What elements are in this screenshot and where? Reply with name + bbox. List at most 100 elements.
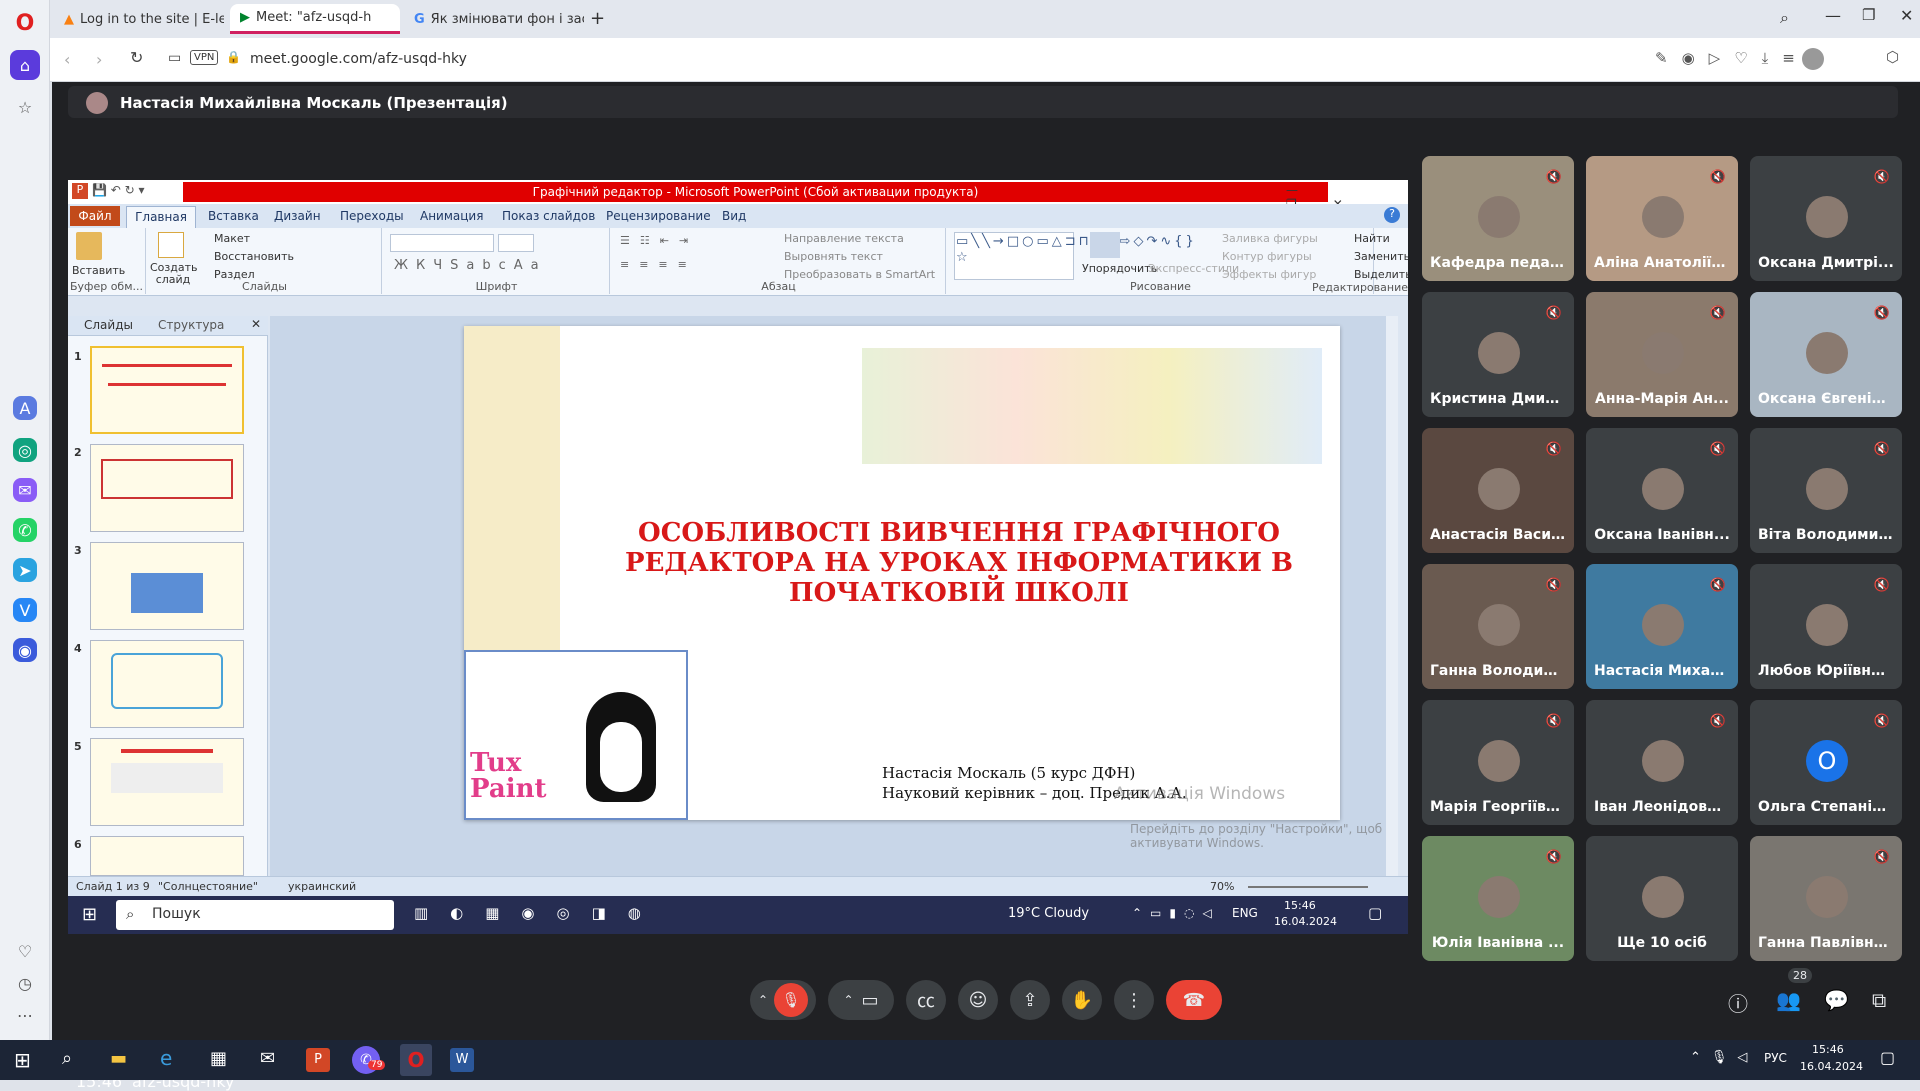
inner-lang[interactable]: ENG	[1232, 906, 1258, 920]
mail-icon[interactable]: ✉	[260, 1048, 275, 1069]
profile-icon[interactable]	[1802, 48, 1824, 70]
chat-icon[interactable]: 💬	[1824, 988, 1849, 1012]
leave-call-button[interactable]: ☎	[1166, 980, 1222, 1020]
participant-tile[interactable]: 🔇 Іван Леонідови...	[1586, 700, 1738, 825]
tab-insert[interactable]: Вставка	[208, 209, 259, 223]
paste-button[interactable]: Вставить	[72, 264, 125, 277]
slide-thumbnail-3[interactable]	[90, 542, 244, 630]
windows-start-icon[interactable]: ⊞	[14, 1048, 31, 1072]
new-slide-icon[interactable]	[158, 232, 184, 258]
chevron-up-icon[interactable]: ⌃	[843, 993, 853, 1007]
new-tab-button[interactable]: +	[590, 8, 605, 29]
slide-thumbnail-1[interactable]	[90, 346, 244, 434]
chevron-up-icon[interactable]: ⌃	[758, 993, 768, 1007]
notifications-icon[interactable]: ▢	[1368, 904, 1382, 922]
tab-elearn[interactable]: ▲ Log in to the site | E-learn	[54, 4, 224, 34]
taskbar-apps[interactable]: ▥◐▦◉◎◨◍	[414, 904, 663, 922]
shape-outline-button[interactable]: Контур фигуры	[1222, 250, 1312, 263]
emoji-button[interactable]: ☺	[958, 980, 998, 1020]
participant-tile[interactable]: 🔇 Марія Георгіївн...	[1422, 700, 1574, 825]
camera-icon[interactable]: ▭	[168, 50, 181, 66]
participant-tile[interactable]: 🔇 Настасія Михай...	[1586, 564, 1738, 689]
people-icon[interactable]: 👥	[1776, 988, 1801, 1012]
tab-transitions[interactable]: Переходы	[340, 209, 404, 223]
participant-tile[interactable]: 🔇 Оксана Євгенів...	[1750, 292, 1902, 417]
shapes-gallery[interactable]: ▭╲╲→□○▭△⊐⊓↺⇩⇨◇↷∿{}☆	[954, 232, 1194, 280]
whatsapp-icon[interactable]: ✆	[13, 518, 37, 542]
zoom-level[interactable]: 70%	[1210, 880, 1234, 893]
slide-canvas[interactable]: ОСОБЛИВОСТІ ВИВЧЕННЯ ГРАФІЧНОГО РЕДАКТОР…	[464, 326, 1340, 820]
mic-off-icon[interactable]: 🎙	[774, 983, 809, 1017]
select-button[interactable]: Выделить	[1354, 268, 1408, 281]
text-direction-button[interactable]: Направление текста	[784, 232, 904, 245]
more-options-button[interactable]: ⋮	[1114, 980, 1154, 1020]
forward-icon[interactable]: ›	[96, 50, 102, 69]
file-explorer-icon[interactable]: ▬	[110, 1048, 127, 1069]
discord-icon[interactable]: ◉	[13, 638, 37, 662]
more-icon[interactable]: ⋯	[10, 1000, 40, 1030]
participant-tile[interactable]: 🔇 Анастасія Васи...	[1422, 428, 1574, 553]
tab-meet[interactable]: ▶ Meet: "afz-usqd-h	[230, 4, 400, 34]
align-text-button[interactable]: Выровнять текст	[784, 250, 883, 263]
tab-design[interactable]: Дизайн	[274, 209, 321, 223]
reset-button[interactable]: Восстановить	[214, 250, 294, 263]
tab-home[interactable]: Главная	[126, 206, 196, 228]
list-buttons[interactable]: ☰☷⇤⇥	[620, 234, 698, 247]
chatgpt-icon[interactable]: ◎	[13, 438, 37, 462]
align-buttons[interactable]: ≡≡≡≡	[620, 258, 697, 271]
mic-control[interactable]: ⌃ 🎙	[750, 980, 816, 1020]
system-tray-icons[interactable]: ⌃🎙◁	[1690, 1050, 1757, 1065]
tab-slideshow[interactable]: Показ слайдов	[502, 209, 595, 223]
participant-tile[interactable]: 🔇 Кристина Дмит...	[1422, 292, 1574, 417]
tab-outline[interactable]: Структура	[158, 318, 224, 332]
close-panel-icon[interactable]: ✕	[251, 317, 261, 331]
heart-icon[interactable]: ♡	[10, 936, 40, 966]
star-icon[interactable]: ☆	[10, 92, 40, 122]
notifications-icon[interactable]: ▢	[1880, 1048, 1895, 1067]
participant-tile[interactable]: Ще 10 осіб	[1586, 836, 1738, 961]
taskbar-lang[interactable]: РУС	[1764, 1051, 1787, 1065]
raise-hand-button[interactable]: ✋	[1062, 980, 1102, 1020]
word-icon[interactable]: W	[450, 1048, 474, 1072]
store-icon[interactable]: ▦	[210, 1048, 227, 1069]
slide-thumbnail-6[interactable]	[90, 836, 244, 876]
participant-tile[interactable]: 🔇 Юлія Іванівна ...	[1422, 836, 1574, 961]
arrange-icon[interactable]	[1090, 232, 1120, 258]
edge-icon[interactable]: e	[160, 1046, 172, 1070]
vpn-badge[interactable]: VPN	[190, 50, 219, 65]
windows-start-icon[interactable]: ⊞	[82, 904, 97, 925]
participant-tile[interactable]: О 🔇 Ольга Степанів...	[1750, 700, 1902, 825]
extensions-icon[interactable]: ⬡	[1886, 48, 1899, 66]
participant-tile[interactable]: 🔇 Анна-Марія Ан...	[1586, 292, 1738, 417]
restore-button[interactable]: ❐	[1862, 6, 1875, 24]
captions-button[interactable]: ㏄	[906, 980, 946, 1020]
slide-thumbnail-2[interactable]	[90, 444, 244, 532]
layout-button[interactable]: Макет	[214, 232, 250, 245]
font-size-combo[interactable]	[498, 234, 534, 252]
participant-tile[interactable]: 🔇 Віта Володими...	[1750, 428, 1902, 553]
help-icon[interactable]: ?	[1384, 207, 1400, 223]
search-tabs-icon[interactable]: ⌕	[1780, 8, 1789, 28]
font-name-combo[interactable]	[390, 234, 494, 252]
tab-animation[interactable]: Анимация	[420, 209, 483, 223]
slide-thumbnail-4[interactable]	[90, 640, 244, 728]
info-icon[interactable]: ⓘ	[1728, 988, 1748, 1017]
tab-file[interactable]: Файл	[70, 206, 120, 226]
replace-button[interactable]: Заменить	[1354, 250, 1408, 263]
participant-tile[interactable]: 🔇 Кафедра педаг...	[1422, 156, 1574, 281]
find-button[interactable]: Найти	[1354, 232, 1390, 245]
aria-icon[interactable]: A	[13, 396, 37, 420]
slide-thumbnail-5[interactable]	[90, 738, 244, 826]
quick-access-icons[interactable]: 💾 ↶ ↻ ▾	[92, 183, 145, 197]
participant-tile[interactable]: 🔇 Ганна Павлівна ...	[1750, 836, 1902, 961]
camera-icon[interactable]: ▭	[862, 990, 879, 1011]
tab-slides[interactable]: Слайды	[84, 318, 133, 332]
opera-taskbar-icon[interactable]: O	[400, 1044, 432, 1076]
opera-logo-icon[interactable]: O	[10, 8, 40, 38]
url-field[interactable]: meet.google.com/afz-usqd-hky	[250, 51, 467, 67]
present-button[interactable]: ⇪	[1010, 980, 1050, 1020]
minimize-button[interactable]: —	[1825, 6, 1841, 25]
telegram-icon[interactable]: ➤	[13, 558, 37, 582]
participant-tile[interactable]: 🔇 Оксана Іванівн...	[1586, 428, 1738, 553]
search-icon[interactable]: ⌕	[62, 1048, 72, 1069]
